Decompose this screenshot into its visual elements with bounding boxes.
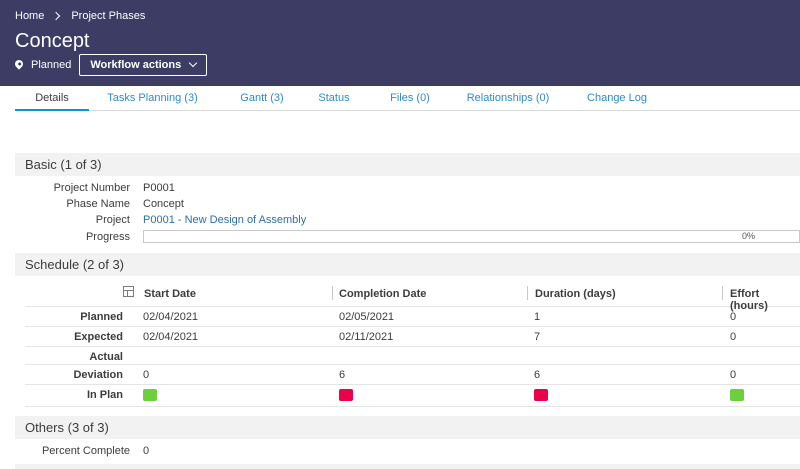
- col-completion-date: Completion Date: [339, 288, 427, 300]
- workflow-actions-label: Workflow actions: [90, 59, 182, 71]
- page-header: Home Project Phases Concept Planned Work…: [0, 0, 800, 86]
- cell-duration: 7: [534, 331, 541, 343]
- cell-duration: 6: [534, 369, 541, 381]
- tab-gantt[interactable]: Gantt (3): [227, 86, 297, 111]
- progress-percent: 0%: [741, 231, 755, 241]
- project-number-value: P0001: [143, 182, 175, 194]
- percent-complete-label: Percent Complete: [41, 445, 130, 457]
- phase-name-label: Phase Name: [66, 198, 130, 210]
- breadcrumb-project-phases[interactable]: Project Phases: [71, 10, 145, 22]
- section-schedule-header[interactable]: Schedule (2 of 3): [15, 253, 800, 276]
- schedule-row-in-plan: In Plan: [25, 385, 800, 407]
- status-indicator: [339, 389, 353, 401]
- col-start-date: Start Date: [144, 288, 196, 300]
- section-footer: [15, 464, 800, 469]
- project-link[interactable]: P0001 - New Design of Assembly: [143, 214, 306, 226]
- percent-complete-value: 0: [143, 445, 150, 457]
- status-indicator: [534, 389, 548, 401]
- project-label: Project: [95, 214, 130, 226]
- workflow-actions-button[interactable]: Workflow actions: [79, 54, 208, 76]
- location-pin-icon: [13, 57, 25, 70]
- status-indicator: [730, 389, 744, 401]
- chevron-down-icon: [189, 58, 198, 68]
- col-duration: Duration (days): [535, 288, 616, 300]
- row-label: Deviation: [73, 369, 123, 381]
- tab-relationships[interactable]: Relationships (0): [463, 86, 553, 111]
- column-divider[interactable]: [332, 286, 333, 300]
- phase-name-value: Concept: [143, 198, 184, 210]
- cell-effort: 0: [730, 331, 737, 343]
- cell-start: 02/04/2021: [143, 311, 199, 323]
- section-others-header[interactable]: Others (3 of 3): [15, 416, 800, 439]
- tab-details[interactable]: Details: [15, 86, 89, 111]
- row-label: In Plan: [86, 389, 123, 401]
- cell-duration: 1: [534, 311, 541, 323]
- schedule-row-actual: Actual: [25, 347, 800, 365]
- row-label: Actual: [89, 351, 123, 363]
- tab-change-log[interactable]: Change Log: [582, 86, 652, 111]
- breadcrumb: Home Project Phases: [15, 9, 145, 23]
- row-label: Planned: [80, 311, 123, 323]
- tab-bar: Details Tasks Planning (3) Gantt (3) Sta…: [15, 86, 800, 111]
- column-divider[interactable]: [527, 286, 528, 300]
- progress-bar: 0%: [143, 230, 800, 243]
- cell-effort: 0: [730, 369, 737, 381]
- status-indicator: [143, 389, 157, 401]
- cell-start: 02/04/2021: [143, 331, 199, 343]
- cell-start: 0: [143, 369, 150, 381]
- cell-completion: 02/05/2021: [339, 311, 395, 323]
- schedule-row-planned: Planned 02/04/2021 02/05/2021 1 0: [25, 307, 800, 327]
- schedule-row-deviation: Deviation 0 6 6 0: [25, 365, 800, 385]
- column-divider[interactable]: [722, 286, 723, 300]
- row-label: Expected: [74, 331, 123, 343]
- status-row: Planned Workflow actions: [13, 54, 208, 76]
- project-number-label: Project Number: [53, 182, 130, 194]
- table-settings-icon[interactable]: [123, 286, 134, 297]
- tab-status[interactable]: Status: [310, 86, 358, 111]
- breadcrumb-home[interactable]: Home: [15, 10, 44, 22]
- cell-completion: 6: [339, 369, 346, 381]
- status-label: Planned: [31, 59, 72, 71]
- tab-tasks-planning[interactable]: Tasks Planning (3): [100, 86, 205, 111]
- cell-effort: 0: [730, 311, 737, 323]
- chevron-right-icon: [52, 11, 61, 21]
- cell-completion: 02/11/2021: [339, 331, 394, 343]
- progress-label: Progress: [85, 231, 130, 243]
- schedule-row-expected: Expected 02/04/2021 02/11/2021 7 0: [25, 327, 800, 347]
- page-title: Concept: [15, 30, 90, 52]
- tab-files[interactable]: Files (0): [380, 86, 440, 111]
- section-basic-header[interactable]: Basic (1 of 3): [15, 153, 800, 176]
- schedule-header-row: Start Date Completion Date Duration (day…: [25, 280, 800, 312]
